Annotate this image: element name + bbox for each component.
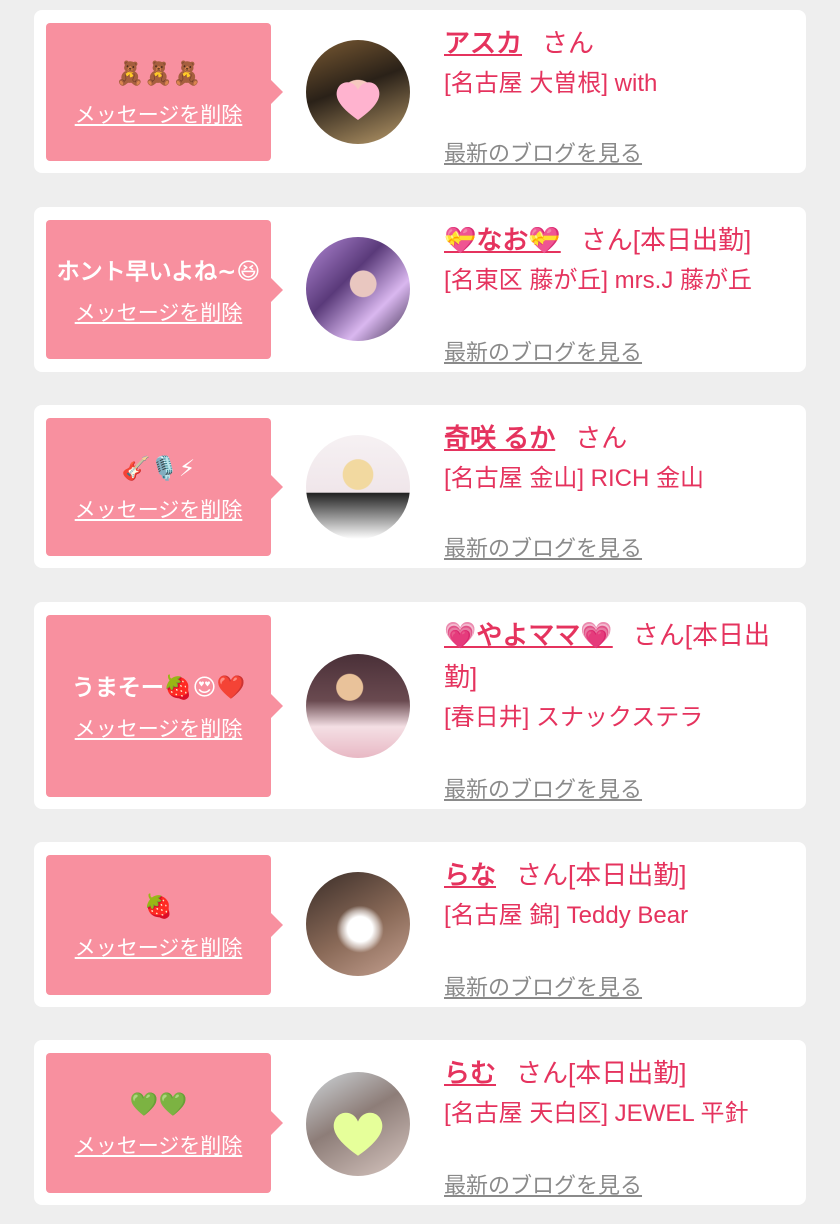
blog-link[interactable]: 最新のブログを見る [444, 136, 642, 168]
delete-message-link[interactable]: メッセージを削除 [75, 99, 243, 129]
message-bubble: うまそー🍓😍❤️ メッセージを削除 [46, 615, 283, 797]
delete-message-link[interactable]: メッセージを削除 [75, 713, 243, 743]
name-line: アスカ さん [444, 22, 796, 64]
shop-label: [名古屋 大曽根] with [444, 70, 658, 97]
avatar[interactable] [306, 435, 410, 539]
honorific: さん[本日出勤] [516, 860, 687, 890]
name-link[interactable]: 💝なお💝 [444, 225, 561, 255]
blog-link[interactable]: 最新のブログを見る [444, 970, 642, 1002]
avatar[interactable] [306, 654, 410, 758]
profile-info: らな さん[本日出勤] [名古屋 錦] Teddy Bear 最新のブログを見る [444, 854, 796, 1000]
list-item: 🍓 メッセージを削除 らな さん[本日出勤] [名古屋 錦] Teddy Bear… [34, 842, 806, 1007]
message-text: 🎸🎙️⚡ [121, 456, 196, 482]
list-item: うまそー🍓😍❤️ メッセージを削除 💗やよママ💗 さん[本日出勤] [春日井] ス… [34, 602, 806, 809]
name-link[interactable]: アスカ [444, 28, 522, 58]
name-line: 💗やよママ💗 さん[本日出勤] [444, 614, 796, 698]
message-bubble: 🎸🎙️⚡ メッセージを削除 [46, 418, 283, 556]
message-list: 🧸🧸🧸 メッセージを削除 アスカ さん [名古屋 大曽根] with 最新のブログ… [0, 0, 840, 1224]
pink-heart-icon [336, 82, 380, 120]
honorific: さん[本日出勤] [516, 1058, 687, 1088]
delete-message-link[interactable]: メッセージを削除 [75, 1130, 243, 1160]
blog-link[interactable]: 最新のブログを見る [444, 335, 642, 367]
avatar[interactable] [306, 40, 410, 144]
shop-label: [名東区 藤が丘] mrs.J 藤が丘 [444, 267, 752, 294]
green-heart-icon [333, 1112, 383, 1156]
blog-link[interactable]: 最新のブログを見る [444, 1168, 642, 1200]
name-link[interactable]: 奇咲 るか [444, 423, 555, 453]
name-line: らむ さん[本日出勤] [444, 1052, 796, 1094]
name-line: らな さん[本日出勤] [444, 854, 796, 896]
list-item: ホント早いよね~😆 メッセージを削除 💝なお💝 さん[本日出勤] [名東区 藤が丘… [34, 207, 806, 372]
name-link[interactable]: らむ [444, 1058, 496, 1088]
delete-message-link[interactable]: メッセージを削除 [75, 932, 243, 962]
name-line: 奇咲 るか さん [444, 417, 796, 459]
avatar[interactable] [306, 237, 410, 341]
honorific: さん [542, 28, 595, 58]
avatar[interactable] [306, 872, 410, 976]
profile-info: 💝なお💝 さん[本日出勤] [名東区 藤が丘] mrs.J 藤が丘 最新のブログを… [444, 219, 796, 365]
message-text: ホント早いよね~😆 [56, 258, 261, 285]
profile-info: アスカ さん [名古屋 大曽根] with 最新のブログを見る [444, 22, 796, 166]
profile-info: 💗やよママ💗 さん[本日出勤] [春日井] スナックステラ 最新のブログを見る [444, 614, 796, 802]
blog-link[interactable]: 最新のブログを見る [444, 772, 642, 804]
honorific: さん[本日出勤] [580, 225, 752, 255]
message-text: うまそー🍓😍❤️ [71, 675, 246, 701]
message-text: 🍓 [144, 894, 173, 920]
shop-label: [春日井] スナックステラ [444, 704, 704, 731]
list-item: 🎸🎙️⚡ メッセージを削除 奇咲 るか さん [名古屋 金山] RICH 金山 最… [34, 405, 806, 568]
profile-info: らむ さん[本日出勤] [名古屋 天白区] JEWEL 平針 最新のブログを見る [444, 1052, 796, 1198]
avatar[interactable] [306, 1072, 410, 1176]
profile-info: 奇咲 るか さん [名古屋 金山] RICH 金山 最新のブログを見る [444, 417, 796, 561]
delete-message-link[interactable]: メッセージを削除 [75, 494, 243, 524]
delete-message-link[interactable]: メッセージを削除 [75, 297, 243, 327]
list-item: 🧸🧸🧸 メッセージを削除 アスカ さん [名古屋 大曽根] with 最新のブログ… [34, 10, 806, 173]
message-bubble: 🧸🧸🧸 メッセージを削除 [46, 23, 283, 161]
name-line: 💝なお💝 さん[本日出勤] [444, 219, 796, 261]
message-bubble: 🍓 メッセージを削除 [46, 855, 283, 995]
message-bubble: 💚💚 メッセージを削除 [46, 1053, 283, 1193]
honorific: さん [575, 423, 628, 453]
message-text: 💚💚 [129, 1092, 188, 1118]
list-item: 💚💚 メッセージを削除 らむ さん[本日出勤] [名古屋 天白区] JEWEL 平… [34, 1040, 806, 1205]
name-link[interactable]: らな [444, 860, 496, 890]
blog-link[interactable]: 最新のブログを見る [444, 531, 642, 563]
shop-label: [名古屋 錦] Teddy Bear [444, 902, 689, 929]
shop-label: [名古屋 金山] RICH 金山 [444, 465, 705, 492]
shop-label: [名古屋 天白区] JEWEL 平針 [444, 1100, 749, 1127]
message-text: 🧸🧸🧸 [115, 61, 202, 87]
name-link[interactable]: 💗やよママ💗 [444, 620, 613, 650]
message-bubble: ホント早いよね~😆 メッセージを削除 [46, 220, 283, 359]
